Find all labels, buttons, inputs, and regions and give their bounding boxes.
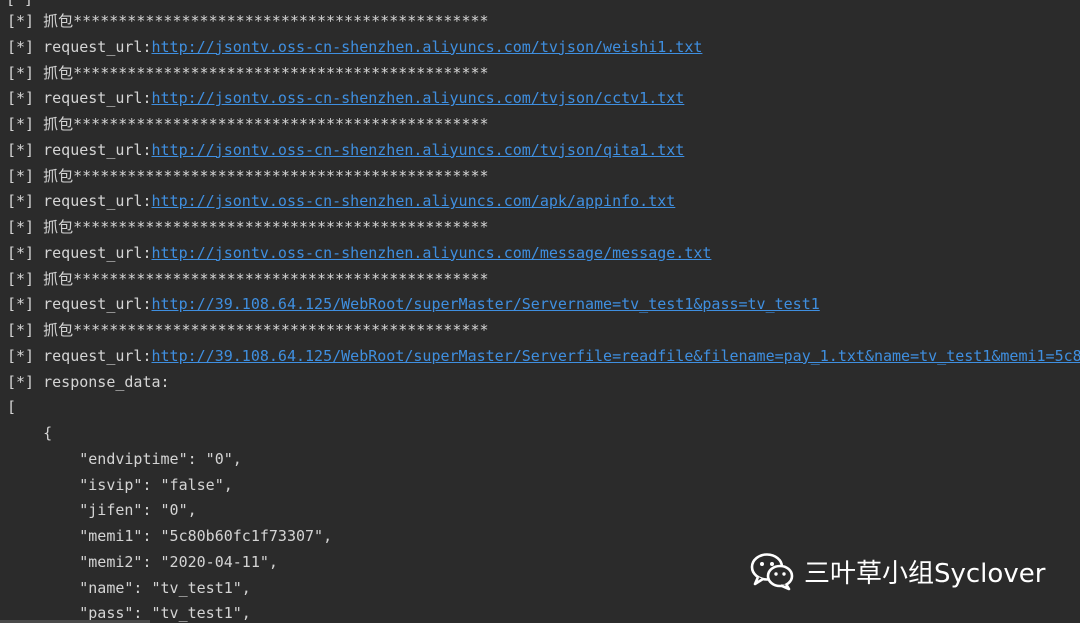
line-text: 抓包**************************************… [43,63,489,82]
line-text: "endviptime": "0", [7,449,242,468]
line-text: 抓包**************************************… [43,218,489,236]
line-text: 抓包**************************************… [43,321,489,339]
console-line-request: [*] request_url:http://39.108.64.125/Web… [7,345,1080,367]
line-text: "memi2": "2020-04-11", [7,552,278,571]
line-text: 抓包**************************************… [43,12,489,30]
line-prefix: [*] [7,372,44,391]
line-text: request_url: [43,243,152,262]
console-line: "isvip": "false", [7,474,233,496]
line-prefix: [*] [7,321,44,339]
console-line: [ [7,396,16,418]
request-url-link[interactable]: http://39.108.64.125/WebRoot/superMaster… [152,347,1080,365]
console-line: { [7,422,52,444]
line-text: 抓包**************************************… [43,115,489,133]
line-text: "jifen": "0", [7,501,197,520]
line-prefix: [*] [7,115,44,133]
console-output: [*] [*] 抓包******************************… [0,0,1080,623]
request-url-link[interactable]: http://jsontv.oss-cn-shenzhen.aliyuncs.c… [152,89,685,107]
line-text: request_url: [43,192,152,211]
request-url-link[interactable]: http://jsontv.oss-cn-shenzhen.aliyuncs.c… [152,192,676,210]
console-line-request: [*] request_url:http://jsontv.oss-cn-she… [7,36,702,58]
console-line: [*] 抓包**********************************… [7,216,489,238]
console-line-partial: [*] [6,0,33,10]
watermark: 三叶草小组Syclover [748,551,1045,591]
request-url-link[interactable]: http://jsontv.oss-cn-shenzhen.aliyuncs.c… [152,38,703,56]
line-prefix: [*] [7,218,44,236]
line-prefix: [*] [7,269,44,288]
line-prefix: [*] [7,346,44,365]
line-text: [ [7,398,17,417]
console-line: [*] 抓包**********************************… [7,165,489,187]
line-text: request_url: [43,295,152,314]
line-prefix: [*] [7,63,44,82]
line-prefix: [*] [7,89,44,108]
console-line-request: [*] request_url:http://jsontv.oss-cn-she… [7,87,684,109]
console-line: "jifen": "0", [7,499,197,521]
console-line: [*] 抓包**********************************… [7,268,489,290]
wechat-icon [748,551,796,591]
console-line-request: [*] request_url:http://jsontv.oss-cn-she… [7,242,711,264]
line-text: "isvip": "false", [7,475,233,494]
line-prefix: [*] [7,192,44,211]
line-text: "name": "tv_test1", [7,578,251,597]
console-line: [*] 抓包**********************************… [7,113,489,135]
line-text: request_url: [43,89,152,108]
console-line-request: [*] request_url:http://jsontv.oss-cn-she… [7,139,684,161]
line-prefix: [*] [7,12,44,30]
console-line: [*] 抓包**********************************… [7,319,489,341]
line-prefix: [*] [7,243,44,262]
line-prefix: [*] [7,37,44,56]
line-text: 抓包**************************************… [43,269,489,288]
console-line-request: [*] request_url:http://jsontv.oss-cn-she… [7,190,675,212]
line-prefix: [*] [7,166,44,185]
line-prefix: [*] [7,295,44,314]
console-line: "endviptime": "0", [7,448,242,470]
request-url-link[interactable]: http://39.108.64.125/WebRoot/superMaster… [152,295,820,313]
line-text: 抓包**************************************… [43,166,489,185]
console-line: [*] 抓包**********************************… [7,62,489,84]
console-line: [*] response_data: [7,371,170,393]
line-text: request_url: [43,140,152,159]
line-text: request_url: [43,37,152,56]
watermark-text: 三叶草小组Syclover [804,558,1046,589]
line-text: { [7,424,53,442]
line-text: response_data: [43,372,170,391]
request-url-link[interactable]: http://jsontv.oss-cn-shenzhen.aliyuncs.c… [152,141,685,159]
line-prefix: [*] [7,140,44,159]
console-line: "memi1": "5c80b60fc1f73307", [7,525,332,547]
line-text: request_url: [43,346,152,365]
line-text: "memi1": "5c80b60fc1f73307", [7,527,333,545]
console-line: "name": "tv_test1", [7,577,251,599]
console-line: "memi2": "2020-04-11", [7,551,278,573]
console-line-request: [*] request_url:http://39.108.64.125/Web… [7,293,820,315]
request-url-link[interactable]: http://jsontv.oss-cn-shenzhen.aliyuncs.c… [152,244,712,262]
console-line: [*] 抓包**********************************… [7,10,489,32]
